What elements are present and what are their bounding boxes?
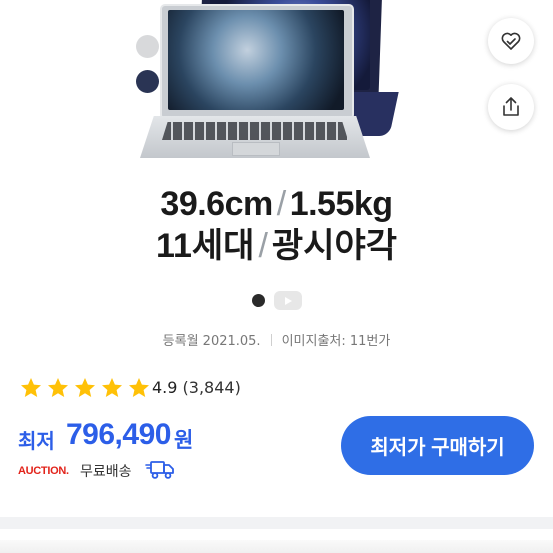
star-icon xyxy=(102,378,122,397)
laptop-keyboard xyxy=(162,122,348,140)
product-image[interactable] xyxy=(0,0,553,175)
spec-display: 광시야각 xyxy=(271,227,398,265)
lowest-price-value: 796,490 xyxy=(66,418,171,451)
color-option-navy[interactable] xyxy=(136,70,159,93)
star-icon xyxy=(129,378,149,397)
spec-weight: 1.55kg xyxy=(289,185,393,223)
image-source: 이미지출처: 11번가 xyxy=(281,334,391,349)
free-delivery-truck-icon xyxy=(145,459,175,485)
next-section-peek xyxy=(0,540,553,553)
share-icon xyxy=(503,97,519,116)
registered-date: 등록월 2021.05. xyxy=(162,334,261,349)
share-button[interactable] xyxy=(488,84,534,130)
spec-separator: / xyxy=(276,185,286,223)
play-icon xyxy=(285,296,292,305)
buy-lowest-price-button[interactable]: 최저가 구매하기 xyxy=(341,416,534,475)
laptop-touchpad xyxy=(232,142,280,156)
rating-summary[interactable]: 4.9 (3,844) xyxy=(152,378,241,397)
spec-generation: 11세대 xyxy=(155,227,255,265)
meta-divider xyxy=(270,334,272,346)
carousel-dot-active[interactable] xyxy=(252,294,265,307)
free-shipping-text: 무료배송 xyxy=(80,464,132,480)
heart-check-icon xyxy=(501,32,521,50)
section-divider xyxy=(0,517,553,529)
laptop-front-screen xyxy=(168,10,344,110)
star-icon xyxy=(48,378,68,397)
price-currency: 원 xyxy=(174,428,194,452)
spec-separator: / xyxy=(258,227,268,265)
rating-score: 4.9 xyxy=(152,378,178,397)
star-icon xyxy=(75,378,95,397)
rating-stars xyxy=(18,376,152,400)
spec-line-1: 39.6cm/1.55kg xyxy=(0,184,553,224)
product-meta: 등록월 2021.05. 이미지출처: 11번가 xyxy=(0,330,553,349)
carousel-video-dot[interactable] xyxy=(274,291,302,310)
wishlist-button[interactable] xyxy=(488,18,534,64)
spec-size: 39.6cm xyxy=(160,185,273,223)
seller-logo-auction: AUCTION. xyxy=(18,465,69,477)
star-icon xyxy=(21,378,41,397)
lowest-price-label: 최저 xyxy=(18,429,55,453)
color-option-silver[interactable] xyxy=(136,35,159,58)
review-count: (3,844) xyxy=(182,378,241,397)
spec-line-2: 11세대 / 광시야각 xyxy=(0,226,553,266)
